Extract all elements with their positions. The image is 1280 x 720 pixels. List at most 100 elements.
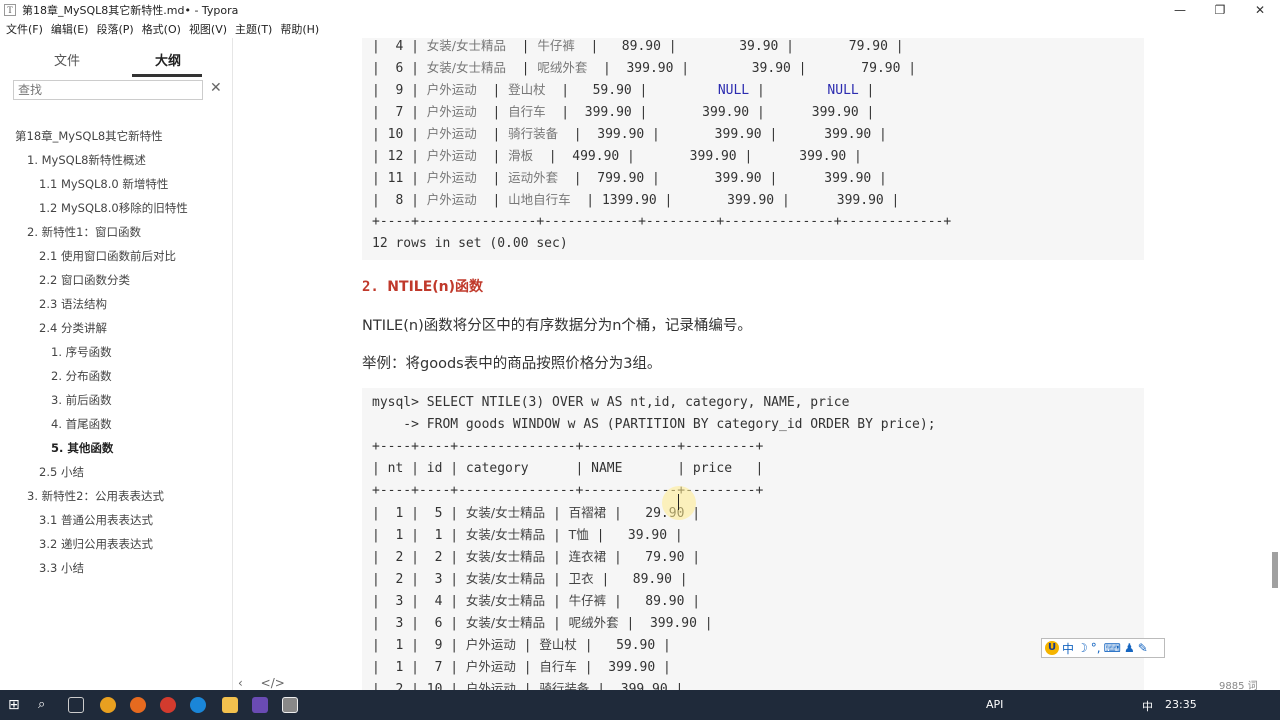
- table-row: | 6 | 女装/女士精品 | 呢绒外套 | 399.90 | 39.90 | …: [372, 57, 916, 79]
- cell-value: 399.90: [642, 149, 737, 164]
- table-delimiter: | 499.90 |: [533, 149, 643, 164]
- outline-item[interactable]: 2.2 窗口函数分类: [39, 272, 130, 288]
- tab-outline[interactable]: 大纲: [155, 50, 181, 69]
- table-row: | 3 | 6 | 女装/女士精品 | 呢绒外套 | 399.90 |: [372, 612, 713, 634]
- outline-item[interactable]: 3.2 递归公用表表达式: [39, 536, 153, 552]
- table-delimiter: |: [476, 193, 509, 208]
- outline-item[interactable]: 第18章_MySQL8其它新特性: [15, 128, 163, 144]
- table-delimiter: | 399.90 |: [589, 682, 684, 690]
- outline-item[interactable]: 1. 序号函数: [51, 344, 112, 360]
- outline-item[interactable]: 2. 新特性1：窗口函数: [27, 224, 141, 240]
- sidebar-tabs: 文件 大纲: [0, 38, 233, 78]
- outline-item[interactable]: 3.3 小结: [39, 560, 84, 576]
- menu-view[interactable]: 视图(V): [189, 21, 227, 37]
- outline-item[interactable]: 2.5 小结: [39, 464, 84, 480]
- table-delimiter: | 399.90 |: [545, 105, 656, 120]
- table-delimiter: | 59.90 |: [576, 638, 671, 653]
- table-delimiter: | 4 |: [372, 39, 427, 54]
- text-cursor-icon: [678, 494, 684, 510]
- search-icon[interactable]: ⌕: [38, 697, 54, 713]
- cell-value: NULL: [772, 83, 859, 98]
- cell-category: 女装/女士精品: [465, 549, 546, 564]
- settings-icon[interactable]: ✎: [1138, 641, 1148, 655]
- table-border: +----+----+---------------+------------+…: [372, 483, 764, 498]
- moon-icon[interactable]: ☽: [1077, 641, 1088, 655]
- punct-icon[interactable]: °,: [1091, 641, 1101, 655]
- table-delimiter: |: [887, 39, 904, 54]
- menu-edit[interactable]: 编辑(E): [51, 21, 89, 37]
- scrollbar-thumb[interactable]: [1272, 552, 1278, 588]
- code-block-previous-result[interactable]: | 4 | 女装/女士精品 | 牛仔裤 | 89.90 | 39.90 | 79…: [362, 38, 1144, 260]
- clock[interactable]: 23:35: [1165, 698, 1197, 711]
- edge-icon[interactable]: [190, 697, 206, 713]
- code-block-ntile-example[interactable]: mysql> SELECT NTILE(3) OVER w AS nt,id, …: [362, 388, 1144, 690]
- table-delimiter: |: [476, 105, 509, 120]
- editor-content[interactable]: | 4 | 女装/女士精品 | 牛仔裤 | 89.90 | 39.90 | 79…: [234, 38, 1266, 690]
- clear-search-icon[interactable]: ✕: [210, 80, 222, 96]
- cell-value: NULL: [655, 83, 750, 98]
- editor-app-icon[interactable]: [252, 697, 268, 713]
- table-delimiter: | 2 | 10 |: [372, 682, 466, 690]
- keyboard-icon[interactable]: ⌨: [1104, 641, 1121, 655]
- outline-item[interactable]: 3. 新特性2：公用表表达式: [27, 488, 164, 504]
- outline-item[interactable]: 2.1 使用窗口函数前后对比: [39, 248, 176, 264]
- menu-help[interactable]: 帮助(H): [280, 21, 319, 37]
- table-delimiter: | 1 | 7 |: [372, 660, 466, 675]
- table-delimiter: | 3 | 4 |: [372, 594, 466, 609]
- ime-toolbar[interactable]: U 中 ☽ °, ⌨ ♟ ✎: [1041, 638, 1165, 658]
- minimize-button[interactable]: —: [1160, 0, 1200, 20]
- outline-item[interactable]: 2.3 语法结构: [39, 296, 107, 312]
- typora-taskbar-icon[interactable]: [282, 697, 298, 713]
- tab-files[interactable]: 文件: [54, 50, 80, 69]
- sql-line-2: -> FROM goods WINDOW w AS (PARTITION BY …: [372, 414, 935, 436]
- ime-mode[interactable]: 中: [1062, 640, 1074, 657]
- user-icon[interactable]: ♟: [1124, 641, 1135, 655]
- menu-theme[interactable]: 主题(T): [235, 21, 272, 37]
- table-row: | 4 | 女装/女士精品 | 牛仔裤 | 89.90 | 39.90 | 79…: [372, 38, 904, 57]
- cell-value: 399.90: [680, 193, 775, 208]
- rows-summary-text: 12 rows in set (0.00 sec): [372, 236, 568, 251]
- menu-format[interactable]: 格式(O): [142, 21, 181, 37]
- outline-item[interactable]: 1.2 MySQL8.0移除的旧特性: [39, 200, 188, 216]
- close-button[interactable]: ✕: [1240, 0, 1280, 20]
- tray-api[interactable]: API: [986, 698, 1003, 711]
- cell-category: 女装/女士精品: [465, 505, 546, 520]
- outline-item[interactable]: 2.4 分类讲解: [39, 320, 107, 336]
- table-row: | 1 | 9 | 户外运动 | 登山杖 | 59.90 |: [372, 634, 671, 656]
- table-delimiter: | 1399.90 |: [570, 193, 681, 208]
- outline-search-input[interactable]: [13, 80, 203, 100]
- menu-bar: 文件(F) 编辑(E) 段落(P) 格式(O) 视图(V) 主题(T) 帮助(H…: [0, 20, 1280, 38]
- table-delimiter: | 39.90 |: [588, 528, 683, 543]
- table-row: | 1 | 1 | 女装/女士精品 | T恤 | 39.90 |: [372, 524, 683, 546]
- maximize-button[interactable]: ❐: [1200, 0, 1240, 20]
- table-delimiter: | 399.90 |: [618, 616, 713, 631]
- table-delimiter: |: [515, 682, 540, 690]
- firefox-icon[interactable]: [130, 697, 146, 713]
- cell-value: 399.90: [655, 105, 750, 120]
- table-header: | nt | id | category | NAME | price |: [372, 461, 764, 476]
- outline-item[interactable]: 3.1 普通公用表表达式: [39, 512, 153, 528]
- outline-item[interactable]: 3. 前后函数: [51, 392, 112, 408]
- tray-ime[interactable]: 中: [1142, 698, 1153, 714]
- outline-item[interactable]: 1.1 MySQL8.0 新增特性: [39, 176, 168, 192]
- outline-item[interactable]: 4. 首尾函数: [51, 416, 112, 432]
- task-view-icon[interactable]: [68, 697, 84, 713]
- cell-name: 骑行装备: [508, 126, 559, 141]
- chrome-icon[interactable]: [100, 697, 116, 713]
- browser-icon[interactable]: [160, 697, 176, 713]
- outline-item[interactable]: 2. 分布函数: [51, 368, 112, 384]
- paragraph-example: 举例：将goods表中的商品按照价格分为3组。: [362, 356, 662, 372]
- table-delimiter: |: [506, 39, 538, 54]
- table-delimiter: |: [515, 638, 540, 653]
- windows-start-icon[interactable]: ⊞: [8, 697, 24, 713]
- file-explorer-icon[interactable]: [222, 697, 238, 713]
- outline-item-active[interactable]: 5. 其他函数: [51, 440, 113, 456]
- cell-value: 399.90: [772, 105, 859, 120]
- cell-category: 户外运动: [426, 104, 477, 119]
- cell-value: 399.90: [760, 149, 847, 164]
- outline-item[interactable]: 1. MySQL8新特性概述: [27, 152, 146, 168]
- menu-file[interactable]: 文件(F): [6, 21, 43, 37]
- cell-name: 百褶裙: [568, 505, 607, 520]
- menu-paragraph[interactable]: 段落(P): [96, 21, 133, 37]
- table-delimiter: | 89.90 |: [574, 39, 685, 54]
